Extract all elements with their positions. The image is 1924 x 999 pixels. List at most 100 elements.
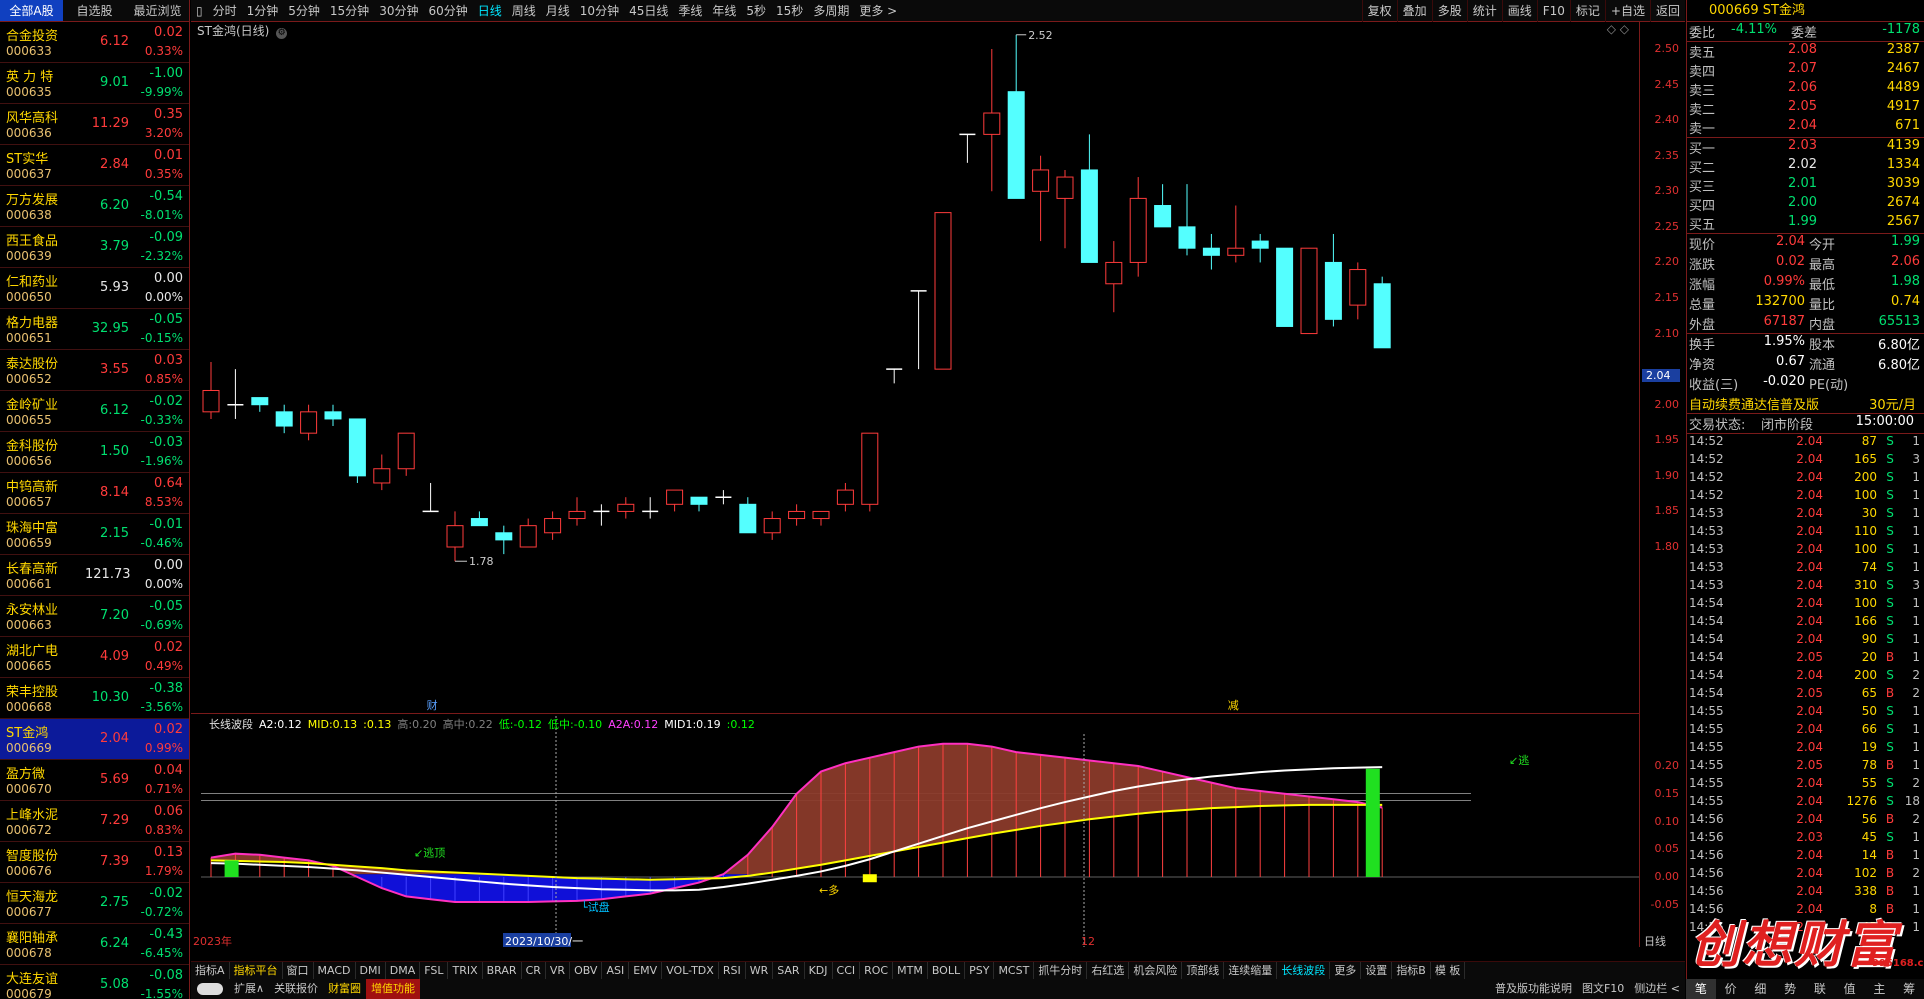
indicator-tab[interactable]: 指标B: [1392, 962, 1431, 979]
stock-row[interactable]: 湖北广电 000665 4.09 0.02 0.49%: [0, 637, 189, 678]
stock-row[interactable]: 合金投资 000633 6.12 0.02 0.33%: [0, 22, 189, 63]
quote-tab[interactable]: 细: [1746, 979, 1776, 999]
indicator-tab[interactable]: MACD: [314, 962, 356, 979]
indicator-tab[interactable]: 指标A: [191, 962, 230, 979]
period-tab[interactable]: 周线: [507, 0, 541, 22]
indicator-tab[interactable]: 指标平台: [230, 962, 283, 979]
quote-tab[interactable]: 筹: [1894, 979, 1924, 999]
period-tab[interactable]: 分时: [208, 0, 242, 22]
toolbar-button[interactable]: +自选: [1604, 0, 1650, 22]
period-tab[interactable]: 1分钟: [242, 0, 284, 22]
indicator-tab[interactable]: DMA: [386, 962, 421, 979]
stock-row[interactable]: 珠海中富 000659 2.15 -0.01 -0.46%: [0, 514, 189, 555]
indicator-tab[interactable]: 连续缩量: [1224, 962, 1278, 979]
indicator-tab[interactable]: TRIX: [448, 962, 483, 979]
toolbar-button[interactable]: 叠加: [1396, 0, 1432, 22]
indicator-tab[interactable]: DMI: [356, 962, 386, 979]
indicator-tab[interactable]: PSY: [965, 962, 995, 979]
toolbar-button[interactable]: 复权: [1361, 0, 1397, 22]
stock-row[interactable]: 格力电器 000651 32.95 -0.05 -0.15%: [0, 309, 189, 350]
period-tab[interactable]: 5分钟: [283, 0, 325, 22]
stock-row[interactable]: 中钨高新 000657 8.14 0.64 8.53%: [0, 473, 189, 514]
indicator-tab[interactable]: 长线波段: [1277, 962, 1331, 979]
indicator-panel[interactable]: 长线波段 A2:0.12 MID:0.13:0.13 高:0.20 高中:0.22 低:-…: [191, 714, 1639, 947]
indicator-tab[interactable]: 顶部线: [1182, 962, 1225, 979]
stock-row[interactable]: 智度股份 000676 7.39 0.13 1.79%: [0, 842, 189, 883]
indicator-tab[interactable]: OBV: [570, 962, 603, 979]
stock-row[interactable]: 风华高科 000636 11.29 0.35 3.20%: [0, 104, 189, 145]
period-tab[interactable]: 30分钟: [374, 0, 423, 22]
indicator-tab[interactable]: 抓牛分时: [1034, 962, 1088, 979]
stock-row[interactable]: 西王食品 000639 3.79 -0.09 -2.32%: [0, 227, 189, 268]
stock-row[interactable]: 上峰水泥 000672 7.29 0.06 0.83%: [0, 801, 189, 842]
indicator-tab[interactable]: 窗口: [283, 962, 314, 979]
indicator-tab[interactable]: VR: [546, 962, 571, 979]
stock-row[interactable]: 英 力 特 000635 9.01 -1.00 -9.99%: [0, 63, 189, 104]
indicator-tab[interactable]: BOLL: [928, 962, 966, 979]
promo-row[interactable]: 自动续费通达信普及版 30元/月: [1687, 394, 1924, 414]
period-tab[interactable]: 年线: [707, 0, 741, 22]
period-tab[interactable]: 日线: [473, 0, 507, 22]
stock-row[interactable]: 荣丰控股 000668 10.30 -0.38 -3.56%: [0, 678, 189, 719]
stock-row[interactable]: 盈方微 000670 5.69 0.04 0.71%: [0, 760, 189, 801]
stock-row[interactable]: 万方发展 000638 6.20 -0.54 -8.01%: [0, 186, 189, 227]
stock-list-tab[interactable]: 最近浏览: [126, 0, 189, 21]
indicator-tab[interactable]: 机会风险: [1129, 962, 1183, 979]
quote-tab[interactable]: 势: [1775, 979, 1805, 999]
extension-button[interactable]: 侧边栏 <: [1629, 979, 1685, 999]
indicator-tab[interactable]: FSL: [420, 962, 449, 979]
extension-button[interactable]: 图文F10: [1577, 979, 1629, 999]
indicator-tab[interactable]: WR: [746, 962, 774, 979]
toolbar-button[interactable]: 返回: [1649, 0, 1685, 22]
period-tab[interactable]: 季线: [673, 0, 707, 22]
stock-row[interactable]: 永安林业 000663 7.20 -0.05 -0.69%: [0, 596, 189, 637]
period-tab[interactable]: 60分钟: [423, 0, 472, 22]
indicator-tab[interactable]: 更多: [1330, 962, 1362, 979]
toolbar-button[interactable]: 标记: [1569, 0, 1605, 22]
stock-row[interactable]: 恒天海龙 000677 2.75 -0.02 -0.72%: [0, 883, 189, 924]
period-tab[interactable]: 5秒: [741, 0, 771, 22]
indicator-tab[interactable]: MTM: [893, 962, 928, 979]
indicator-tab[interactable]: SAR: [773, 962, 805, 979]
quote-tab[interactable]: 笔: [1686, 979, 1716, 999]
stock-row[interactable]: 长春高新 000661 121.73 0.00 0.00%: [0, 555, 189, 596]
period-tab[interactable]: 15分钟: [325, 0, 374, 22]
period-tab[interactable]: 45日线: [624, 0, 673, 22]
stock-row[interactable]: ST金鸿 000669 2.04 0.02 0.99%: [0, 719, 189, 760]
quote-tab[interactable]: 值: [1835, 979, 1865, 999]
toolbar-button[interactable]: 统计: [1466, 0, 1502, 22]
stock-row[interactable]: 金科股份 000656 1.50 -0.03 -1.96%: [0, 432, 189, 473]
indicator-tab[interactable]: KDJ: [805, 962, 833, 979]
candlestick-chart[interactable]: ST金鸿(日线) ⚙ ◇ ◇ 2.52 1.78 财减: [191, 22, 1639, 714]
toggle-icon[interactable]: [197, 983, 223, 995]
indicator-tab[interactable]: VOL-TDX: [662, 962, 719, 979]
indicator-tab[interactable]: 右红选: [1087, 962, 1130, 979]
stock-row[interactable]: 金岭矿业 000655 6.12 -0.02 -0.33%: [0, 391, 189, 432]
extension-button[interactable]: 关联报价: [269, 979, 323, 999]
toolbar-button[interactable]: 多股: [1431, 0, 1467, 22]
period-tab[interactable]: 更多 >: [854, 0, 902, 22]
period-tab[interactable]: 月线: [541, 0, 575, 22]
extension-button[interactable]: 扩展∧: [229, 979, 269, 999]
quote-tab[interactable]: 价: [1716, 979, 1746, 999]
indicator-tab[interactable]: MCST: [994, 962, 1035, 979]
extension-button[interactable]: 财富圈: [323, 979, 366, 999]
indicator-tab[interactable]: 设置: [1361, 962, 1393, 979]
period-tab[interactable]: 多周期: [808, 0, 854, 22]
stock-list-tab[interactable]: 自选股: [63, 0, 126, 21]
toolbar-toggle-icon[interactable]: ▯: [191, 0, 208, 22]
extension-button[interactable]: 增值功能: [366, 979, 421, 999]
stock-row[interactable]: 泰达股份 000652 3.55 0.03 0.85%: [0, 350, 189, 391]
indicator-tab[interactable]: BRAR: [483, 962, 522, 979]
quote-tab[interactable]: 联: [1805, 979, 1835, 999]
indicator-tab[interactable]: ASI: [602, 962, 630, 979]
indicator-tab[interactable]: EMV: [629, 962, 663, 979]
stock-row[interactable]: ST实华 000637 2.84 0.01 0.35%: [0, 145, 189, 186]
indicator-tab[interactable]: 模 板: [1431, 962, 1466, 979]
indicator-tab[interactable]: RSI: [719, 962, 746, 979]
indicator-tab[interactable]: ROC: [860, 962, 894, 979]
stock-list-tab[interactable]: 全部A股: [0, 0, 63, 21]
toolbar-button[interactable]: 画线: [1501, 0, 1537, 22]
chart-settings-icon[interactable]: ⚙: [276, 28, 288, 39]
stock-row[interactable]: 仁和药业 000650 5.93 0.00 0.00%: [0, 268, 189, 309]
